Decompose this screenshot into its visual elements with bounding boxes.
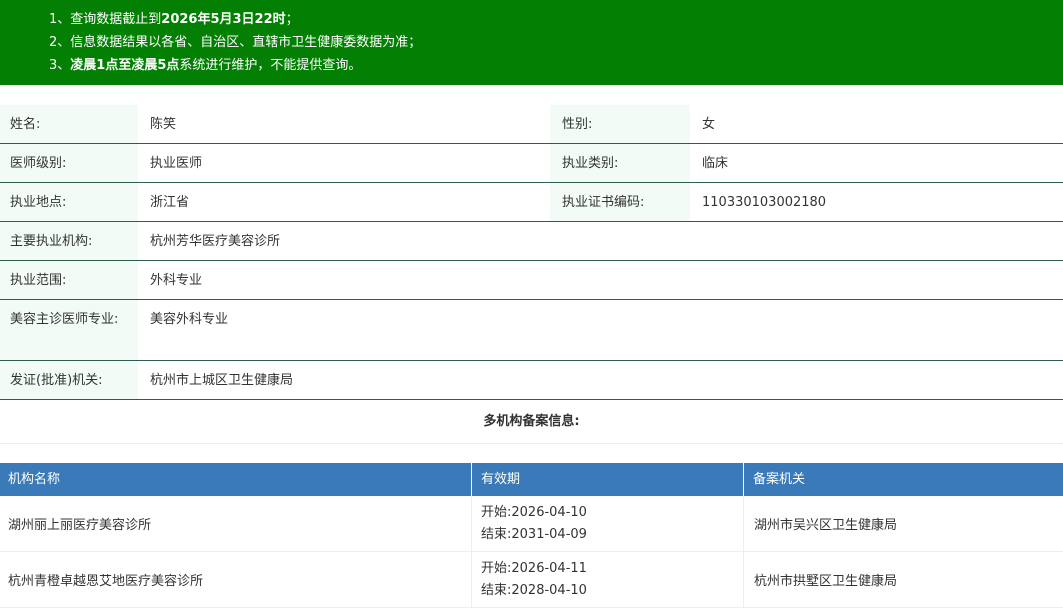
header-institution-name: 机构名称	[0, 463, 472, 496]
level-value: 执业医师	[150, 156, 203, 171]
scope-value: 外科专业	[150, 273, 203, 288]
validity-end: 结束:2028-04-10	[481, 583, 587, 598]
notice-line-3: 3、凌晨1点至凌晨5点系统进行维护，不能提供查询。	[49, 58, 362, 73]
multi-institution-title: 多机构备案信息:	[0, 400, 1063, 444]
doctor-info-table: 姓名: 陈笑 性别: 女 医师级别: 执业医师 执业类别: 临床 执业地点: 浙…	[0, 105, 1063, 444]
table-header: 机构名称 有效期 备案机关	[0, 463, 1063, 496]
row-validity: 开始:2026-04-11 结束:2028-04-10	[473, 552, 744, 607]
header-authority: 备案机关	[753, 472, 806, 487]
category-value: 临床	[702, 156, 729, 171]
multi-institution-table: 机构名称 有效期 备案机关 湖州丽上丽医疗美容诊所 开始:2026-04-10 …	[0, 463, 1063, 608]
validity-start: 开始:2026-04-11	[481, 561, 587, 576]
row-authority: 杭州市拱墅区卫生健康局	[754, 574, 898, 589]
authority-value: 杭州市上城区卫生健康局	[150, 373, 294, 388]
institution-label: 主要执业机构:	[0, 222, 138, 260]
category-label: 执业类别:	[550, 144, 690, 182]
table-row: 杭州青橙卓越恩艾地医疗美容诊所 开始:2026-04-11 结束:2028-04…	[0, 552, 1063, 608]
location-value: 浙江省	[150, 195, 190, 210]
info-row-authority: 发证(批准)机关: 杭州市上城区卫生健康局	[0, 361, 1063, 400]
name-label: 姓名:	[0, 105, 138, 143]
notice-banner: 1、查询数据截止到2026年5月3日22时； 2、信息数据结果以各省、自治区、直…	[0, 0, 1063, 85]
location-label: 执业地点:	[0, 183, 138, 221]
cert-label: 执业证书编码:	[550, 183, 690, 221]
table-row: 湖州丽上丽医疗美容诊所 开始:2026-04-10 结束:2031-04-09 …	[0, 496, 1063, 552]
notice-line-2: 2、信息数据结果以各省、自治区、直辖市卫生健康委数据为准；	[49, 35, 422, 50]
institution-value: 杭州芳华医疗美容诊所	[150, 234, 281, 249]
validity-start: 开始:2026-04-10	[481, 505, 587, 520]
info-row-level: 医师级别: 执业医师 执业类别: 临床	[0, 144, 1063, 183]
row-validity: 开始:2026-04-10 结束:2031-04-09	[473, 496, 744, 551]
row-institution-name: 杭州青橙卓越恩艾地医疗美容诊所	[0, 552, 472, 607]
info-row-location: 执业地点: 浙江省 执业证书编码: 110330103002180	[0, 183, 1063, 222]
header-validity: 有效期	[473, 463, 744, 496]
cosmetic-value: 美容外科专业	[150, 312, 229, 327]
notice-line-1: 1、查询数据截止到2026年5月3日22时；	[49, 12, 299, 27]
cosmetic-label: 美容主诊医师专业:	[0, 300, 138, 360]
info-row-scope: 执业范围: 外科专业	[0, 261, 1063, 300]
row-authority: 湖州市吴兴区卫生健康局	[754, 518, 898, 533]
info-row-cosmetic: 美容主诊医师专业: 美容外科专业	[0, 300, 1063, 361]
cert-value: 110330103002180	[702, 195, 827, 210]
gender-value: 女	[702, 117, 716, 132]
info-row-name: 姓名: 陈笑 性别: 女	[0, 105, 1063, 144]
gender-label: 性别:	[550, 105, 690, 143]
validity-end: 结束:2031-04-09	[481, 527, 587, 542]
info-row-institution: 主要执业机构: 杭州芳华医疗美容诊所	[0, 222, 1063, 261]
scope-label: 执业范围:	[0, 261, 138, 299]
level-label: 医师级别:	[0, 144, 138, 182]
name-value: 陈笑	[150, 117, 177, 132]
row-institution-name: 湖州丽上丽医疗美容诊所	[0, 496, 472, 551]
authority-label: 发证(批准)机关:	[0, 361, 138, 399]
